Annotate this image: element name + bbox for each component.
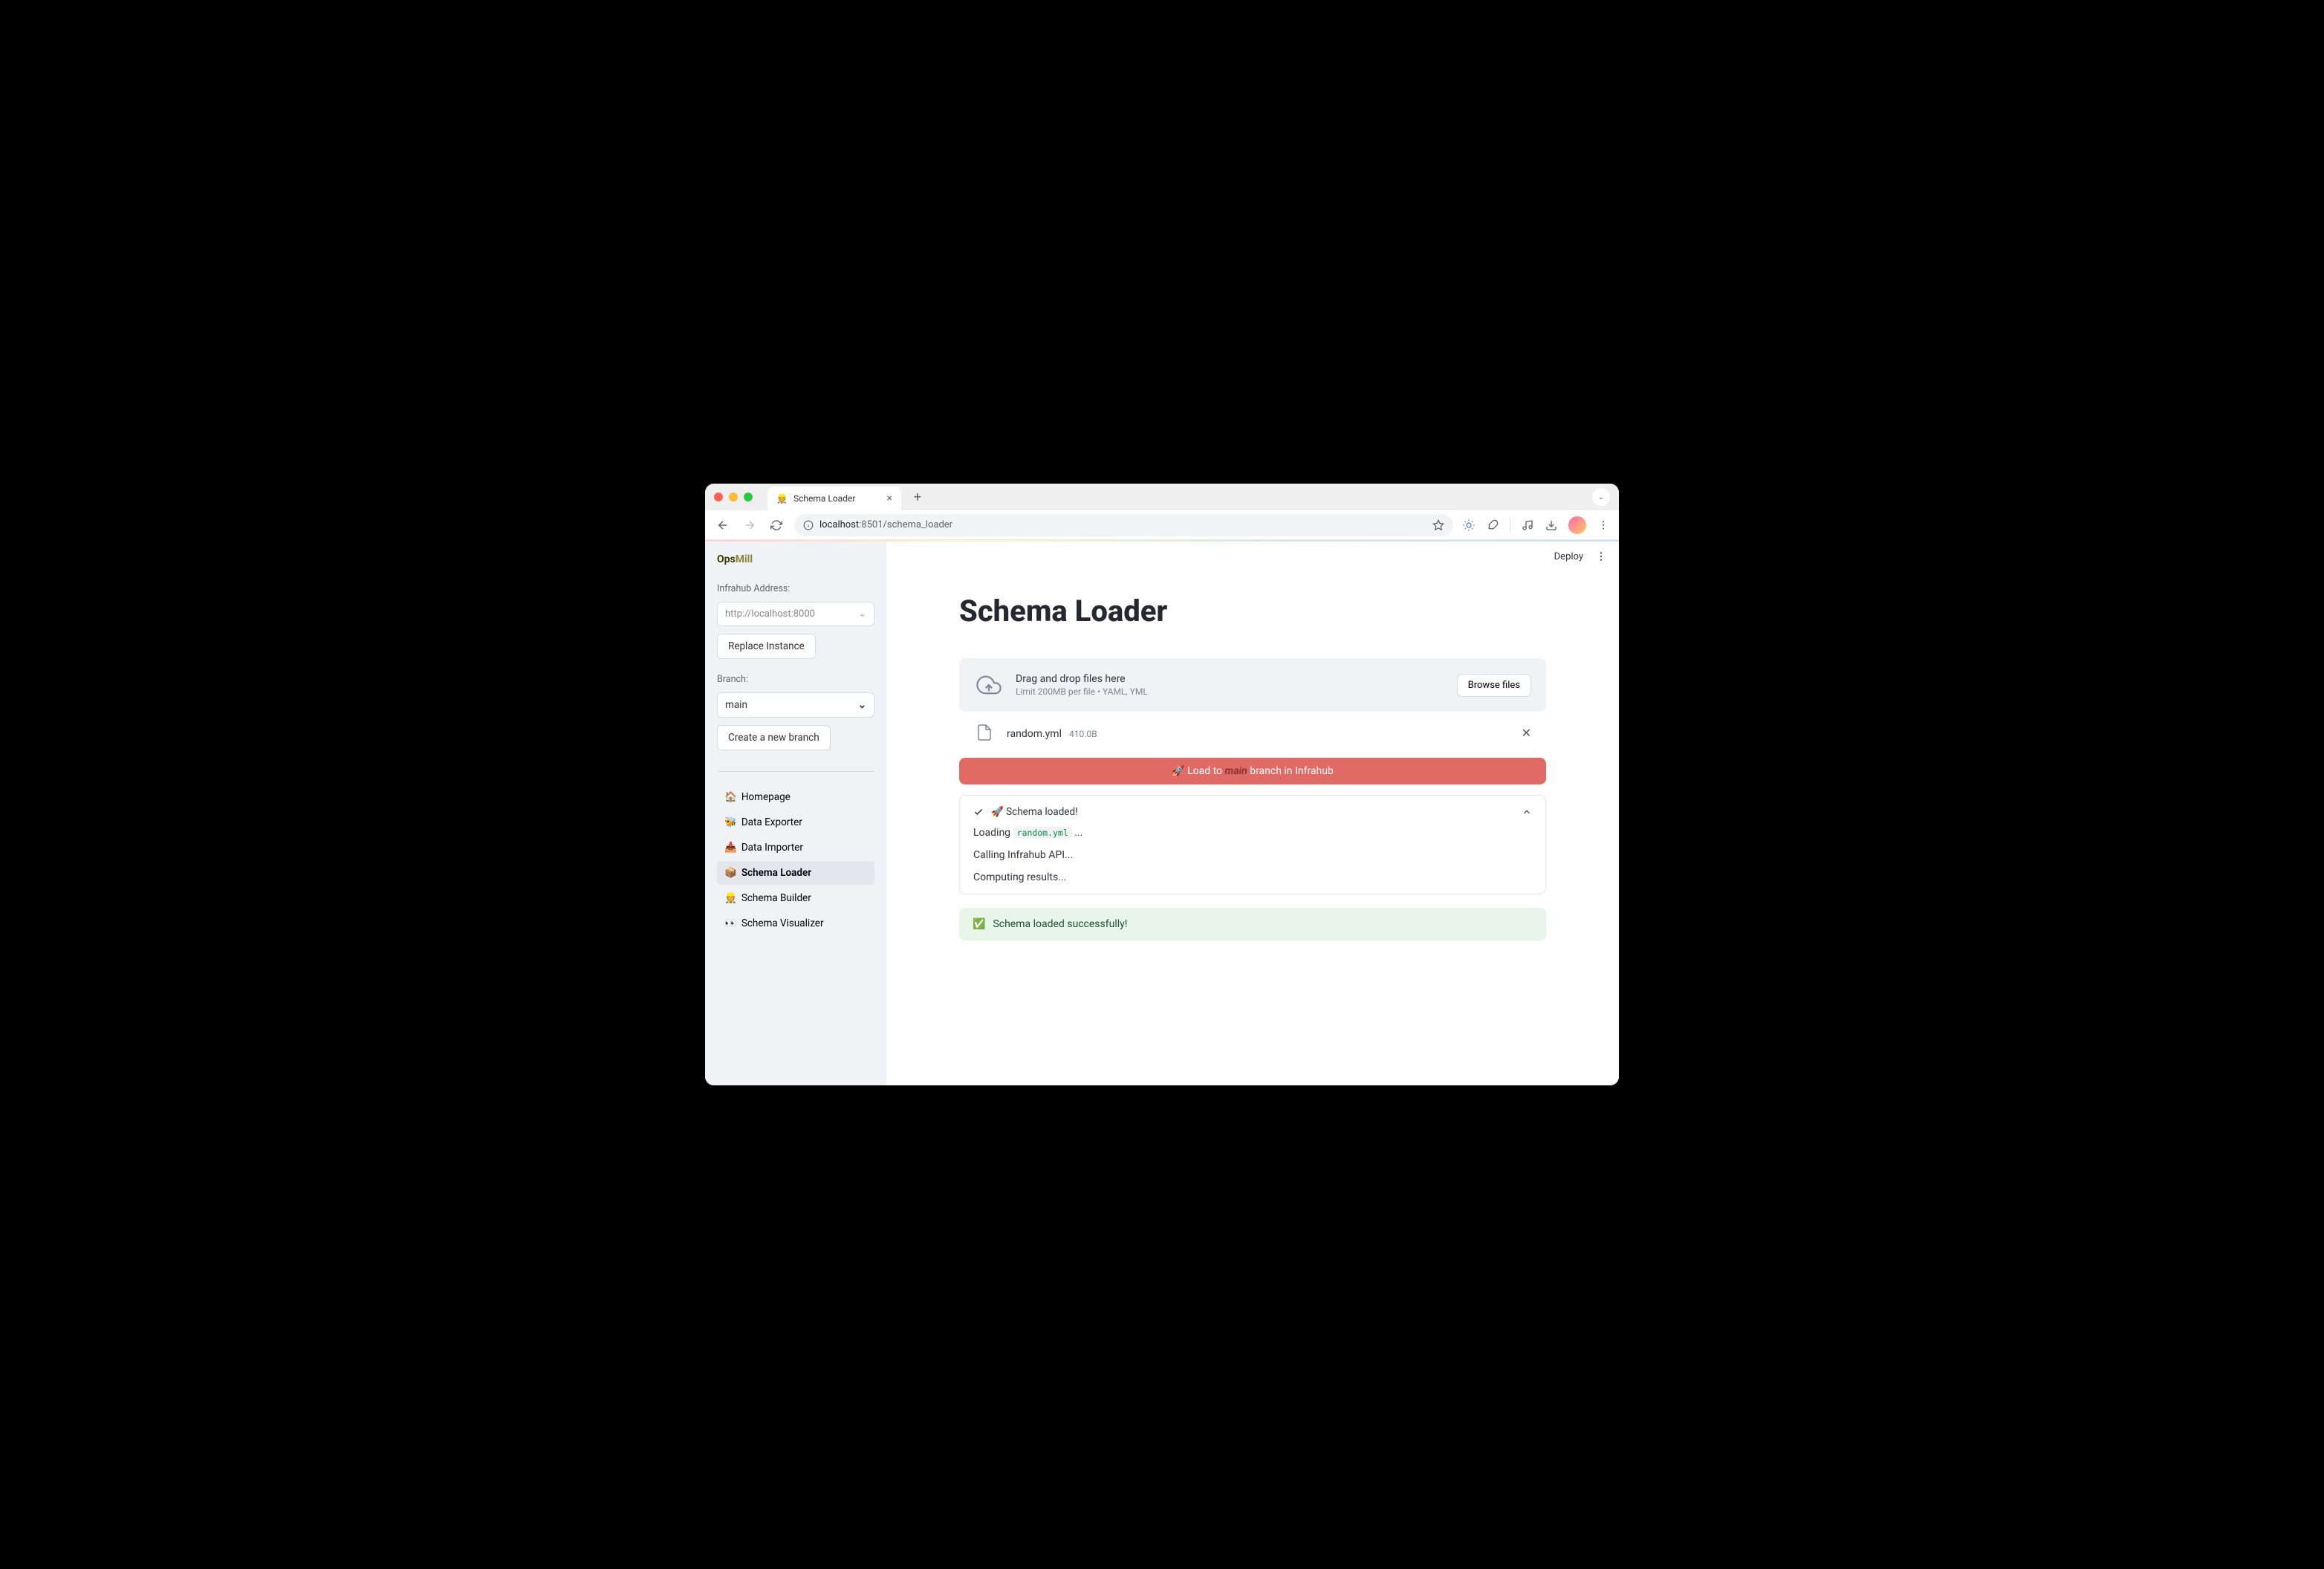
site-info-icon[interactable]: [803, 520, 814, 530]
sidebar-item-data-exporter[interactable]: 🐝 Data Exporter: [717, 811, 874, 834]
forward-button[interactable]: [741, 516, 759, 534]
media-control-icon[interactable]: [1521, 519, 1534, 532]
sidebar-item-data-importer[interactable]: 📥 Data Importer: [717, 836, 874, 860]
branch-label: Branch:: [717, 674, 874, 685]
success-banner: ✅ Schema loaded successfully!: [959, 908, 1546, 941]
builder-icon: 👷: [724, 892, 737, 904]
collapse-caret-icon[interactable]: [1522, 807, 1532, 817]
importer-icon: 📥: [724, 842, 737, 854]
browser-toolbar: localhost:8501/schema_loader: [705, 510, 1619, 540]
sidebar-item-homepage[interactable]: 🏠 Homepage: [717, 785, 874, 809]
sidebar-item-label: Schema Loader: [741, 867, 811, 879]
dropzone-subtitle: Limit 200MB per file • YAML, YML: [1016, 686, 1445, 697]
visualizer-icon: 👀: [724, 917, 737, 929]
file-dropzone[interactable]: Drag and drop files here Limit 200MB per…: [959, 658, 1546, 712]
back-button[interactable]: [714, 516, 732, 534]
browser-menu-icon[interactable]: [1597, 519, 1610, 532]
file-chip: random.yml: [1013, 827, 1072, 839]
file-size: 410.0B: [1069, 729, 1097, 739]
address-label: Infrahub Address:: [717, 583, 874, 594]
window-maximize-button[interactable]: [744, 493, 753, 501]
browse-files-button[interactable]: Browse files: [1457, 674, 1531, 697]
status-loading-line: Loading random.yml ...: [973, 827, 1532, 839]
load-branch-button[interactable]: 🚀 Load to main branch in Infrahub: [959, 758, 1546, 784]
tab-favicon: 👷: [776, 493, 788, 504]
replace-instance-button[interactable]: Replace Instance: [717, 634, 816, 659]
sidebar-item-label: Schema Builder: [741, 892, 811, 904]
sidebar-item-schema-builder[interactable]: 👷 Schema Builder: [717, 886, 874, 910]
toolbar-right: [1462, 516, 1610, 534]
bookmark-star-icon[interactable]: [1432, 519, 1444, 531]
cloud-upload-icon: [974, 670, 1004, 700]
file-icon: [974, 722, 995, 743]
window-minimize-button[interactable]: [729, 493, 738, 501]
chevron-down-icon: ⌄: [858, 699, 866, 711]
main-content: Deploy Schema Loader Drag and drop files…: [886, 542, 1619, 1085]
url-host: localhost:8501/schema_loader: [819, 519, 952, 530]
remove-file-button[interactable]: ✕: [1522, 726, 1531, 740]
dropzone-title: Drag and drop files here: [1016, 673, 1445, 685]
deploy-button[interactable]: Deploy: [1554, 551, 1583, 562]
address-input[interactable]: http://localhost:8000 ⌄: [717, 602, 874, 626]
downloads-icon[interactable]: [1545, 519, 1558, 532]
profile-avatar[interactable]: [1568, 516, 1586, 534]
sidebar-item-label: Homepage: [741, 791, 791, 803]
check-icon: [973, 807, 984, 817]
success-text: Schema loaded successfully!: [993, 918, 1127, 930]
status-compute-line: Computing results...: [973, 871, 1532, 883]
app-menu-icon[interactable]: [1595, 550, 1607, 562]
traffic-lights: [714, 493, 753, 501]
extensions-icon[interactable]: [1486, 519, 1499, 532]
sidebar-item-label: Data Importer: [741, 842, 803, 854]
chevron-down-icon: ⌄: [858, 608, 866, 620]
page-title: Schema Loader: [959, 594, 1546, 628]
status-header-text: 🚀 Schema loaded!: [991, 806, 1078, 818]
load-branch-name: main: [1225, 765, 1247, 777]
branch-value: main: [725, 699, 747, 711]
sidebar-item-label: Data Exporter: [741, 816, 802, 828]
titlebar: 👷 Schema Loader × + ⌄: [705, 484, 1619, 510]
address-placeholder: http://localhost:8000: [725, 608, 815, 620]
address-bar[interactable]: localhost:8501/schema_loader: [794, 514, 1453, 536]
status-api-line: Calling Infrahub API...: [973, 849, 1532, 861]
browser-window: 👷 Schema Loader × + ⌄ localhost:8501/sch…: [705, 484, 1619, 1085]
load-suffix: branch in Infrahub: [1247, 765, 1334, 777]
reload-button[interactable]: [767, 516, 785, 534]
load-prefix: 🚀 Load to: [1172, 765, 1224, 777]
file-info: random.yml 410.0B: [1007, 726, 1097, 740]
status-body: Loading random.yml ... Calling Infrahub …: [973, 827, 1532, 883]
tab-close-icon[interactable]: ×: [887, 493, 892, 504]
loader-icon: 📦: [724, 867, 737, 879]
sidebar: OpsMill Infrahub Address: http://localho…: [705, 542, 886, 1085]
uploaded-file-row: random.yml 410.0B ✕: [959, 712, 1546, 753]
sidebar-divider: [717, 771, 874, 772]
sidebar-item-schema-visualizer[interactable]: 👀 Schema Visualizer: [717, 912, 874, 935]
app-container: OpsMill Infrahub Address: http://localho…: [705, 542, 1619, 1085]
exporter-icon: 🐝: [724, 816, 737, 828]
branch-select[interactable]: main ⌄: [717, 692, 874, 718]
status-header[interactable]: 🚀 Schema loaded!: [973, 806, 1532, 818]
sidebar-logo: OpsMill: [717, 553, 874, 565]
extension-sun-icon[interactable]: [1462, 519, 1476, 532]
tab-title: Schema Loader: [793, 493, 855, 504]
success-check-icon: ✅: [973, 918, 985, 930]
sidebar-item-schema-loader[interactable]: 📦 Schema Loader: [717, 861, 874, 885]
home-icon: 🏠: [724, 791, 737, 803]
sidebar-item-label: Schema Visualizer: [741, 917, 824, 929]
window-close-button[interactable]: [714, 493, 723, 501]
new-tab-button[interactable]: +: [907, 487, 928, 507]
status-panel: 🚀 Schema loaded! Loading random.yml ... …: [959, 795, 1546, 894]
browser-tab[interactable]: 👷 Schema Loader ×: [767, 487, 901, 510]
dropzone-text: Drag and drop files here Limit 200MB per…: [1016, 673, 1445, 697]
app-header: Deploy: [1554, 550, 1607, 562]
create-branch-button[interactable]: Create a new branch: [717, 725, 831, 750]
tabs-dropdown-button[interactable]: ⌄: [1592, 488, 1610, 506]
file-name: random.yml: [1007, 728, 1062, 740]
sidebar-nav: 🏠 Homepage 🐝 Data Exporter 📥 Data Import…: [717, 785, 874, 935]
